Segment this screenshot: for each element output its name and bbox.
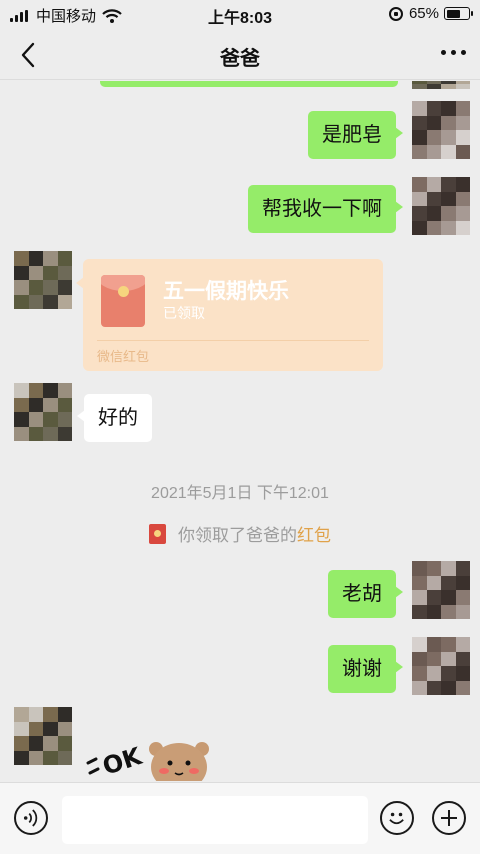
red-packet-link[interactable]: 红包: [297, 521, 331, 546]
voice-icon[interactable]: [14, 801, 48, 835]
emoji-icon[interactable]: [380, 801, 414, 835]
orientation-lock-icon: [388, 6, 403, 21]
message-text: 是肥皂: [322, 124, 382, 146]
battery-percentage: 65%: [408, 5, 439, 22]
more-icon[interactable]: [441, 50, 466, 55]
system-message: 你领取了爸爸的 红包: [0, 521, 480, 546]
contact-avatar[interactable]: [14, 707, 72, 765]
message-text: 谢谢: [342, 658, 382, 680]
my-avatar[interactable]: [412, 177, 470, 235]
red-packet-title: 五一假期快乐: [163, 280, 289, 303]
timestamp: 2021年5月1日 下午12:01: [151, 485, 329, 502]
message-list[interactable]: 是肥皂 帮我收一下啊 五一假期快乐 已领取 微信红包 好的 2021年5月1日 …: [0, 81, 480, 781]
divider: [97, 340, 369, 341]
red-packet-status: 已领取: [163, 305, 205, 321]
contact-avatar[interactable]: [14, 251, 72, 309]
red-packet-card[interactable]: 五一假期快乐 已领取 微信红包: [76, 259, 383, 371]
sticker-text: OK: [99, 742, 146, 781]
chat-header: 爸爸: [0, 28, 480, 80]
red-packet-footer: 微信红包: [97, 349, 150, 364]
message-text: 帮我收一下啊: [262, 198, 382, 220]
partial-outgoing-bubble: [100, 81, 398, 87]
status-bar: 中国移动 上午8:03 65%: [0, 0, 480, 28]
my-avatar[interactable]: [412, 561, 470, 619]
red-packet-icon: [101, 275, 145, 327]
my-avatar[interactable]: [412, 637, 470, 695]
outgoing-message[interactable]: 谢谢: [328, 645, 403, 693]
bear-sticker[interactable]: OK: [84, 737, 220, 781]
contact-avatar[interactable]: [14, 383, 72, 441]
avatar[interactable]: [412, 81, 470, 89]
message-text: 好的: [98, 407, 138, 429]
my-avatar[interactable]: [412, 101, 470, 159]
battery-level: [446, 9, 461, 18]
system-message-text: 你领取了爸爸的: [178, 526, 297, 545]
outgoing-message[interactable]: 老胡: [328, 570, 403, 618]
battery-icon: [444, 7, 473, 20]
status-right: 65%: [388, 5, 473, 22]
message-input[interactable]: [62, 796, 368, 844]
outgoing-message[interactable]: 是肥皂: [308, 111, 403, 159]
chat-title: 爸爸: [220, 48, 260, 70]
input-bar: [0, 782, 480, 854]
plus-icon[interactable]: [432, 801, 466, 835]
outgoing-message[interactable]: 帮我收一下啊: [248, 185, 403, 233]
red-packet-icon: [149, 523, 166, 544]
message-text: 老胡: [342, 583, 382, 605]
incoming-message[interactable]: 好的: [77, 394, 152, 442]
